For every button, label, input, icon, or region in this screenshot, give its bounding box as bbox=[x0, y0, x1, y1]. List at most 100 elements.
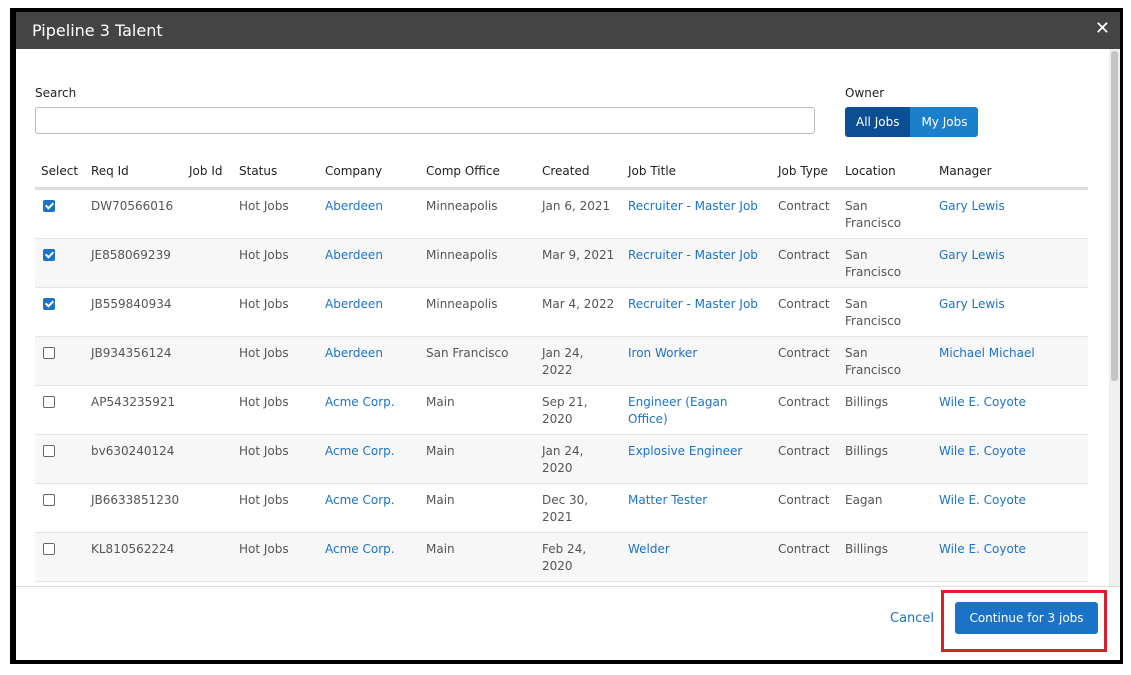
jobs-table: Select Req Id Job Id Status Company Comp… bbox=[35, 142, 1088, 584]
cancel-link[interactable]: Cancel bbox=[890, 611, 934, 626]
cell-comp-office: Minneapolis bbox=[420, 238, 536, 288]
cell-job-type: Contract bbox=[772, 483, 839, 533]
dialog-titlebar: Pipeline 3 Talent ✕ bbox=[16, 12, 1120, 49]
col-header-created[interactable]: Created bbox=[536, 142, 622, 190]
cell-job-type: Contract bbox=[772, 238, 839, 288]
cell-req-id: JB6633851230 bbox=[85, 483, 183, 533]
cell-job-title[interactable]: Matter Tester bbox=[622, 483, 772, 533]
cell-created: Jan 24, 2022 bbox=[536, 336, 622, 386]
cell-job-title[interactable]: Recruiter - Master Job bbox=[622, 287, 772, 337]
search-label: Search bbox=[35, 86, 77, 100]
cell-status: Hot Jobs bbox=[233, 385, 319, 435]
cell-job-title[interactable]: Welder bbox=[622, 532, 772, 582]
cell-created: Mar 4, 2022 bbox=[536, 287, 622, 337]
table-row[interactable]: JB6633851230 Hot Jobs Acme Corp. Main Dec 30… bbox=[35, 483, 1088, 533]
cell-company[interactable]: Acme Corp. bbox=[319, 532, 420, 582]
cell-job-type: Contract bbox=[772, 188, 839, 239]
cell-company[interactable]: Aberdeen bbox=[319, 336, 420, 386]
scrollbar-thumb[interactable] bbox=[1111, 51, 1118, 381]
cell-job-id bbox=[183, 581, 233, 584]
col-header-comp-office[interactable]: Comp Office bbox=[420, 142, 536, 190]
table-row[interactable]: AP543235921 Hot Jobs Acme Corp. Main Sep 21,… bbox=[35, 385, 1088, 435]
cell-manager[interactable]: Michael Michael bbox=[933, 336, 1088, 386]
row-checkbox[interactable] bbox=[43, 347, 55, 359]
cell-select bbox=[35, 188, 85, 239]
cell-comp-office: Minneapolis bbox=[420, 188, 536, 239]
cell-job-title[interactable]: Tree Trim bbox=[622, 581, 772, 584]
cell-location: San Francisco bbox=[839, 287, 933, 337]
col-header-job-type[interactable]: Job Type bbox=[772, 142, 839, 190]
col-header-req-id[interactable]: Req Id bbox=[85, 142, 183, 190]
cell-company[interactable]: Acme Corp. bbox=[319, 434, 420, 484]
cell-company[interactable]: Acme Corp. bbox=[319, 385, 420, 435]
table-scrollbar[interactable] bbox=[1109, 49, 1120, 586]
cell-req-id: JB559840934 bbox=[85, 287, 183, 337]
cell-job-id bbox=[183, 287, 233, 337]
table-row[interactable]: KL810562224 Hot Jobs Acme Corp. Main Feb 24,… bbox=[35, 532, 1088, 582]
cell-manager[interactable]: Gary Lewis bbox=[933, 238, 1088, 288]
cell-job-id bbox=[183, 434, 233, 484]
cell-job-type: Contract bbox=[772, 434, 839, 484]
cell-location: Atlanta bbox=[839, 581, 933, 584]
cell-manager[interactable]: Gary Lewis bbox=[933, 287, 1088, 337]
cell-comp-office: Main bbox=[420, 581, 536, 584]
cell-company[interactable]: Aberdeen bbox=[319, 238, 420, 288]
col-header-job-title[interactable]: Job Title bbox=[622, 142, 772, 190]
col-header-status[interactable]: Status bbox=[233, 142, 319, 190]
my-jobs-button[interactable]: My Jobs bbox=[910, 107, 979, 137]
cell-manager[interactable]: Gary Lewis bbox=[933, 188, 1088, 239]
row-checkbox[interactable] bbox=[43, 445, 55, 457]
col-header-job-id[interactable]: Job Id bbox=[183, 142, 233, 190]
col-header-company[interactable]: Company bbox=[319, 142, 420, 190]
cell-manager[interactable]: Wile E. Coyote bbox=[933, 434, 1088, 484]
cell-job-type: Contract bbox=[772, 532, 839, 582]
cell-job-type: Contract bbox=[772, 385, 839, 435]
table-row[interactable]: JB934356124 Hot Jobs Aberdeen San Francisco… bbox=[35, 336, 1088, 386]
search-input[interactable] bbox=[35, 107, 815, 134]
table-row[interactable]: JE858069239 Hot Jobs Aberdeen Minneapolis Ma… bbox=[35, 238, 1088, 288]
cell-manager[interactable]: Hank Aaron bbox=[933, 581, 1088, 584]
col-header-manager[interactable]: Manager bbox=[933, 142, 1088, 190]
cell-status: Hot Jobs bbox=[233, 238, 319, 288]
cell-status: Hot Jobs bbox=[233, 188, 319, 239]
cell-company[interactable]: Acme Corp. bbox=[319, 483, 420, 533]
cell-manager[interactable]: Wile E. Coyote bbox=[933, 532, 1088, 582]
continue-button[interactable]: Continue for 3 jobs bbox=[955, 602, 1098, 634]
table-row[interactable]: JB559840934 Hot Jobs Aberdeen Minneapolis Ma… bbox=[35, 287, 1088, 337]
cell-status: Hot Jobs bbox=[233, 287, 319, 337]
owner-toggle: All Jobs My Jobs bbox=[845, 107, 979, 137]
cell-company[interactable]: Aberdeen bbox=[319, 188, 420, 239]
cell-location: Billings bbox=[839, 434, 933, 484]
row-checkbox[interactable] bbox=[43, 200, 55, 212]
cell-location: San Francisco bbox=[839, 188, 933, 239]
row-checkbox[interactable] bbox=[43, 249, 55, 261]
cell-job-title[interactable]: Recruiter - Master Job bbox=[622, 238, 772, 288]
cell-comp-office: Main bbox=[420, 434, 536, 484]
cell-job-title[interactable]: Iron Worker bbox=[622, 336, 772, 386]
table-header-row: Select Req Id Job Id Status Company Comp… bbox=[35, 142, 1088, 190]
cell-req-id: KL810562224 bbox=[85, 532, 183, 582]
cell-company[interactable]: Action Auto bbox=[319, 581, 420, 584]
all-jobs-button[interactable]: All Jobs bbox=[845, 107, 911, 137]
row-checkbox[interactable] bbox=[43, 396, 55, 408]
table-row[interactable]: DW70566016 Hot Jobs Aberdeen Minneapolis Jan… bbox=[35, 188, 1088, 239]
table-row[interactable]: AR65614127 Hot JobsAction AutoMainFeb 7, … bbox=[35, 581, 1088, 584]
cell-comp-office: San Francisco bbox=[420, 336, 536, 386]
cell-job-title[interactable]: Explosive Engineer bbox=[622, 434, 772, 484]
cell-status: Hot Jobs bbox=[233, 434, 319, 484]
table-row[interactable]: bv630240124 Hot Jobs Acme Corp. Main Jan 24,… bbox=[35, 434, 1088, 484]
cell-manager[interactable]: Wile E. Coyote bbox=[933, 385, 1088, 435]
close-icon[interactable]: ✕ bbox=[1095, 18, 1110, 39]
col-header-location[interactable]: Location bbox=[839, 142, 933, 190]
row-checkbox[interactable] bbox=[43, 543, 55, 555]
cell-created: Sep 21, 2020 bbox=[536, 385, 622, 435]
cell-job-title[interactable]: Recruiter - Master Job bbox=[622, 188, 772, 239]
row-checkbox[interactable] bbox=[43, 298, 55, 310]
cell-job-title[interactable]: Engineer (Eagan Office) bbox=[622, 385, 772, 435]
cell-created: Feb 24, 2020 bbox=[536, 532, 622, 582]
cell-manager[interactable]: Wile E. Coyote bbox=[933, 483, 1088, 533]
cell-req-id: JB934356124 bbox=[85, 336, 183, 386]
row-checkbox[interactable] bbox=[43, 494, 55, 506]
footer-divider bbox=[16, 586, 1120, 587]
cell-company[interactable]: Aberdeen bbox=[319, 287, 420, 337]
